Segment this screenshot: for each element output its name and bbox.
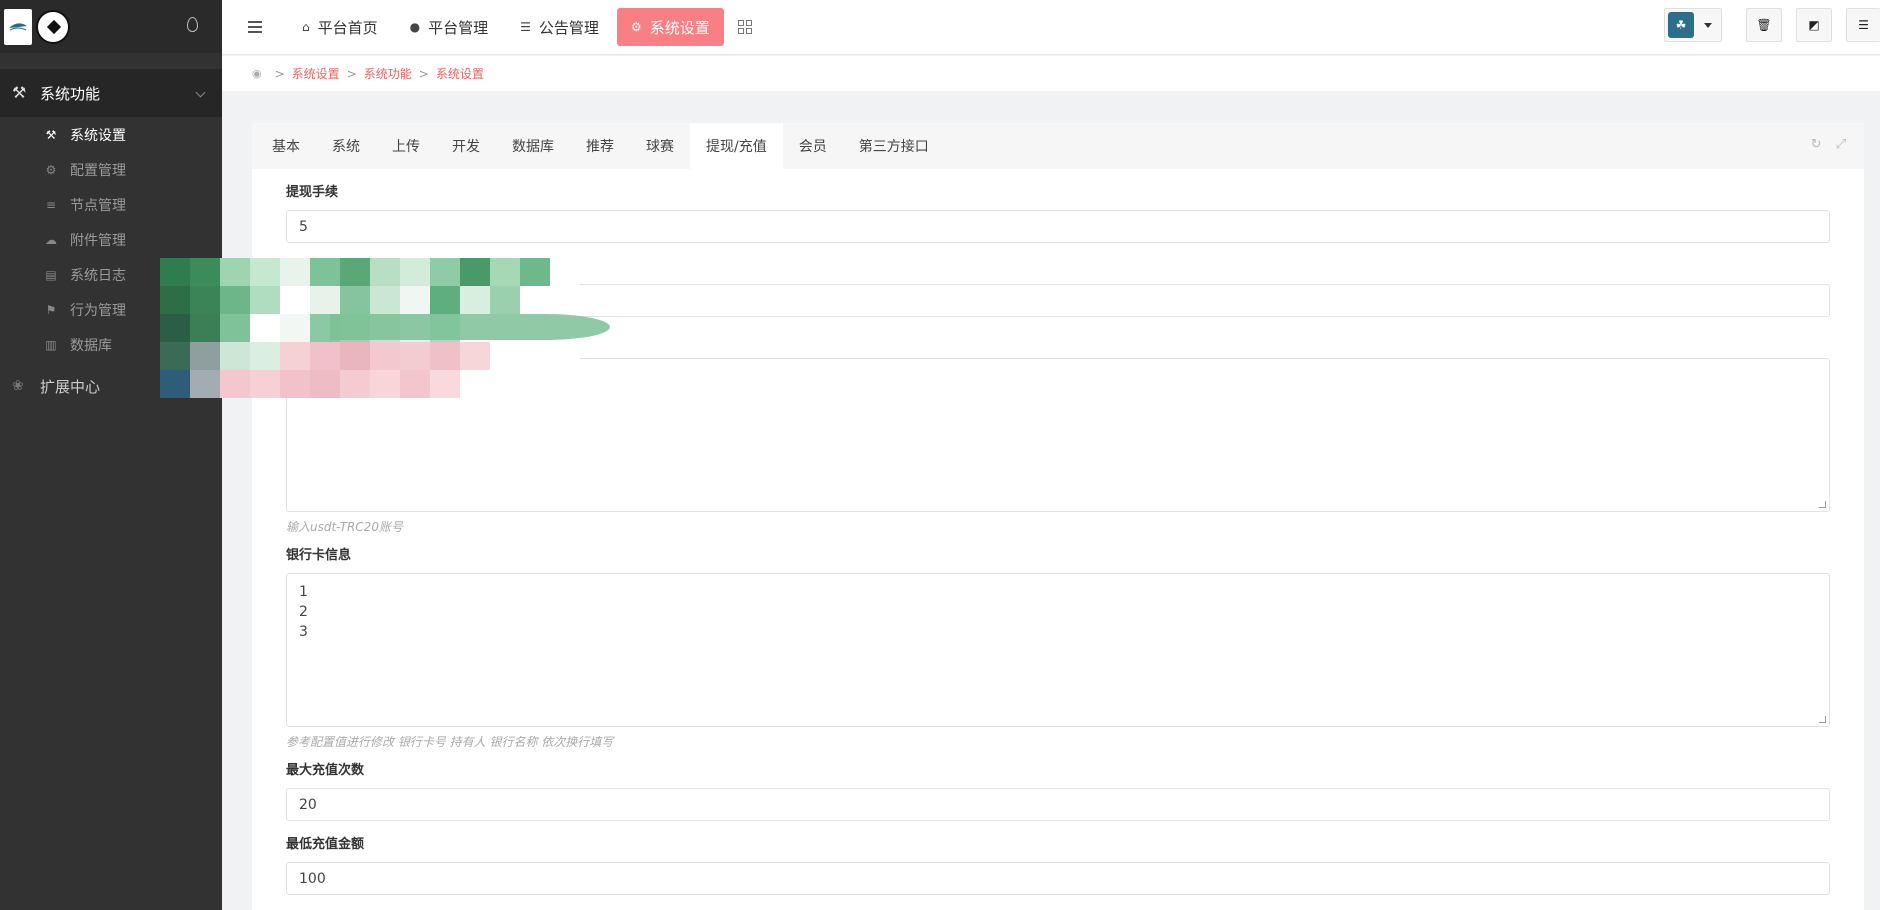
trash-icon: 🗑 (1756, 18, 1772, 32)
settings-panel: 基本 系统 上传 开发 数据库 推荐 球赛 提现/充值 会员 第三方接口 ↻ ⤢… (252, 123, 1864, 910)
header-tools: ☘ 🗑 ◩ ☰ (1664, 8, 1880, 42)
menu-toggle-icon[interactable] (248, 21, 262, 33)
nav-label: 公告管理 (538, 18, 599, 37)
soccer-ball-logo (36, 9, 70, 44)
sidebar-item-label: 附件管理 (70, 232, 126, 249)
open-site-button[interactable]: ◩ (1796, 8, 1832, 42)
field-help: 参考配置值进行修改 银行卡号 持有人 银行名称 依次换行填写 (286, 735, 614, 749)
clear-cache-button[interactable]: 🗑 (1746, 8, 1782, 42)
caret-down-icon (1704, 22, 1712, 28)
nav-label: 系统设置 (649, 18, 710, 37)
tab-matches[interactable]: 球赛 (630, 123, 690, 169)
min-recharge-input[interactable]: 100 (286, 862, 1830, 895)
sidebar: ⚒ 系统功能 ⚒ 系统设置 ⚙ 配置管理 ≡ 节点管理 ☁ 附件管理 ▤ 系统日… (0, 0, 222, 910)
nav-system-settings[interactable]: ⚙ 系统设置 (616, 8, 724, 46)
home-icon: ⌂ (302, 20, 310, 34)
sidebar-group-label: 系统功能 (40, 84, 101, 103)
field-label: 提现手续 (286, 185, 339, 200)
menu-lines-icon: ☰ (1858, 18, 1869, 32)
tab-member[interactable]: 会员 (783, 123, 843, 169)
cloud-icon: ☁ (45, 232, 57, 247)
bank-textarea[interactable]: 1 2 3 (286, 573, 1830, 727)
sidebar-item-system-settings[interactable]: ⚒ 系统设置 (0, 117, 222, 152)
nav-label: 平台管理 (428, 18, 489, 37)
tab-develop[interactable]: 开发 (436, 123, 496, 169)
max-recharge-field: 最大充值次数 20 (286, 761, 1830, 821)
sidebar-item-label: 节点管理 (70, 197, 126, 214)
field-help: 输入usdt-TRC20账号 (286, 520, 403, 534)
sidebar-group-system[interactable]: ⚒ 系统功能 (0, 69, 222, 117)
theme-drop-icon[interactable] (187, 17, 198, 32)
sidebar-group-label: 扩展中心 (40, 377, 101, 396)
breadcrumb-item[interactable]: 系统功能 (364, 65, 412, 82)
tab-tools: ↻ ⤢ (1811, 137, 1846, 152)
min-recharge-field: 最低充值金额 100 (286, 835, 1830, 895)
tab-database[interactable]: 数据库 (496, 123, 570, 169)
external-link-icon: ◩ (1808, 18, 1820, 32)
brand-logo (4, 8, 32, 45)
user-menu-button[interactable]: ☘ (1664, 8, 1722, 42)
breadcrumb-separator: > (274, 66, 285, 81)
withdraw-fee-field: 提现手续 5 (286, 183, 1830, 243)
cogs-icon: ⚙ (45, 162, 57, 177)
breadcrumb-separator: > (346, 66, 357, 81)
withdraw-fee-input[interactable]: 5 (286, 210, 1830, 243)
apps-grid-icon[interactable] (737, 20, 752, 34)
sidebar-item-label: 配置管理 (70, 162, 126, 179)
tab-upload[interactable]: 上传 (376, 123, 436, 169)
user-icon: ● (409, 20, 421, 34)
gear-icon: ⚙ (630, 20, 642, 34)
paw-icon: ❀ (12, 378, 24, 394)
wrench-icon: ⚒ (45, 127, 57, 142)
logo-bar (0, 0, 222, 53)
nav-label: 平台首页 (317, 18, 378, 37)
max-recharge-input[interactable]: 20 (286, 788, 1830, 821)
fullscreen-icon[interactable]: ⤢ (1836, 137, 1846, 152)
breadcrumb-item[interactable]: 系统设置 (436, 65, 484, 82)
behavior-icon: ⚑ (45, 302, 57, 317)
sidebar-item-label: 系统日志 (70, 267, 126, 284)
tab-withdraw-recharge[interactable]: 提现/充值 (690, 123, 783, 169)
more-menu-button[interactable]: ☰ (1846, 8, 1880, 42)
nav-platform-home[interactable]: ⌂ 平台首页 (288, 8, 392, 46)
top-header: ⌂ 平台首页 ● 平台管理 ☰ 公告管理 ⚙ 系统设置 ☘ 🗑 ◩ ☰ (222, 0, 1880, 55)
map-marker-icon: ◉ (252, 67, 262, 80)
database-icon: ▥ (45, 337, 57, 352)
refresh-icon[interactable]: ↻ (1811, 137, 1822, 152)
tab-system[interactable]: 系统 (316, 123, 376, 169)
tab-basic[interactable]: 基本 (256, 123, 316, 169)
settings-tabs: 基本 系统 上传 开发 数据库 推荐 球赛 提现/充值 会员 第三方接口 ↻ ⤢ (252, 123, 1864, 169)
breadcrumb-separator: > (418, 66, 429, 81)
sidebar-item-config[interactable]: ⚙ 配置管理 (0, 152, 222, 187)
field-label: 银行卡信息 (286, 548, 352, 563)
sidebar-item-label: 数据库 (70, 337, 112, 354)
list-icon: ≡ (45, 197, 57, 212)
sidebar-item-attachments[interactable]: ☁ 附件管理 (0, 222, 222, 257)
sidebar-item-label: 行为管理 (70, 302, 126, 319)
tab-recommend[interactable]: 推荐 (570, 123, 630, 169)
nav-platform-manage[interactable]: ● 平台管理 (396, 8, 503, 46)
sidebar-item-label: 系统设置 (70, 127, 126, 144)
bank-field: 银行卡信息 1 2 3 参考配置值进行修改 银行卡号 持有人 银行名称 依次换行… (286, 546, 1830, 751)
breadcrumb-item[interactable]: 系统设置 (292, 65, 340, 82)
avatar: ☘ (1668, 12, 1694, 38)
log-icon: ▤ (45, 267, 57, 282)
list-indent-icon: ☰ (520, 20, 531, 34)
breadcrumb: ◉ > 系统设置 > 系统功能 > 系统设置 (222, 56, 1880, 91)
field-label: 最低充值金额 (286, 837, 365, 852)
tab-third-party[interactable]: 第三方接口 (843, 123, 945, 169)
field-label: 最大充值次数 (286, 763, 365, 778)
nav-announcement[interactable]: ☰ 公告管理 (506, 8, 613, 46)
redaction-shape (330, 314, 610, 340)
sidebar-item-nodes[interactable]: ≡ 节点管理 (0, 187, 222, 222)
chevron-down-icon (195, 87, 206, 98)
wrench-icon: ⚒ (12, 83, 27, 102)
